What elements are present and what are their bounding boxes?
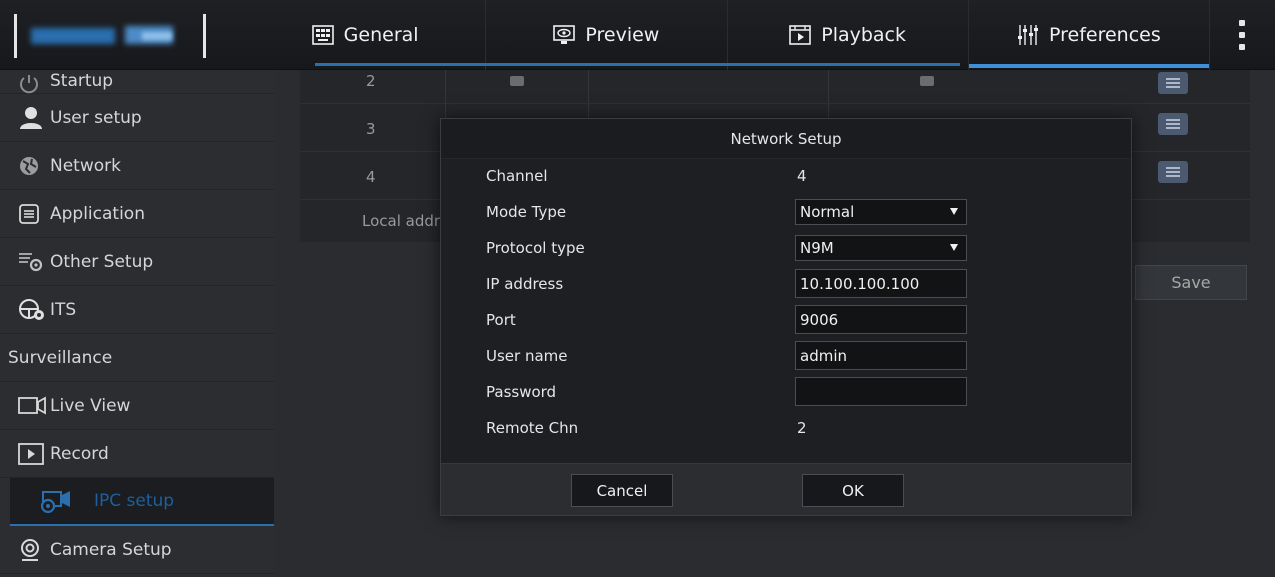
user-name-input[interactable]: admin	[795, 341, 967, 370]
its-icon	[18, 298, 46, 322]
remote-chn-value: 2	[797, 419, 807, 437]
application-icon	[18, 203, 40, 225]
sidebar-item-other-setup[interactable]: Other Setup	[0, 238, 274, 286]
sidebar-item-label: Camera Setup	[50, 539, 172, 560]
port-label: Port	[486, 311, 516, 329]
details-button[interactable]	[1158, 113, 1188, 135]
sidebar: Startup User setup Network Application O…	[0, 70, 274, 577]
remote-chn-row: Remote Chn 2	[441, 411, 1131, 447]
brand-logo	[14, 14, 206, 58]
port-row: Port 9006	[441, 303, 1131, 339]
ip-row: IP address 10.100.100.100	[441, 267, 1131, 303]
sidebar-item-label: Live View	[50, 395, 131, 416]
save-button[interactable]: Save	[1135, 265, 1247, 300]
tab-preview-label: Preview	[585, 24, 660, 46]
user-row: User name admin	[441, 339, 1131, 375]
network-icon	[18, 155, 40, 177]
sidebar-item-live-view[interactable]: Live View	[0, 382, 274, 430]
table-row: 2	[300, 56, 1250, 104]
network-setup-dialog: Network Setup Channel 4 Mode Type Normal…	[440, 118, 1132, 516]
tab-playback-label: Playback	[821, 24, 907, 46]
sidebar-section-surveillance: Surveillance	[0, 334, 274, 382]
channel-number: 3	[366, 120, 376, 138]
channel-value: 4	[797, 167, 807, 185]
protocol-row: Protocol type N9M	[441, 231, 1131, 267]
password-label: Password	[486, 383, 557, 401]
mode-type-label: Mode Type	[486, 203, 567, 221]
ip-address-input[interactable]: 10.100.100.100	[795, 269, 967, 298]
checkbox[interactable]	[920, 76, 934, 86]
sidebar-item-user-setup[interactable]: User setup	[0, 94, 274, 142]
sidebar-item-record[interactable]: Record	[0, 430, 274, 478]
sidebar-item-application[interactable]: Application	[0, 190, 274, 238]
password-input[interactable]	[795, 377, 967, 406]
sidebar-item-label: Application	[50, 203, 145, 224]
protocol-select[interactable]: N9M	[795, 235, 967, 261]
ipc-setup-icon	[40, 489, 76, 513]
startup-icon	[18, 73, 40, 95]
other-setup-icon	[18, 250, 44, 274]
sidebar-item-label: Record	[50, 443, 109, 464]
mode-type-value: Normal	[800, 203, 855, 221]
sidebar-item-label: IPC setup	[94, 491, 175, 511]
cancel-button[interactable]: Cancel	[571, 474, 673, 507]
channel-label: Channel	[486, 167, 548, 185]
protocol-label: Protocol type	[486, 239, 585, 257]
local-address-label: Local addr	[362, 212, 441, 230]
protocol-value: N9M	[800, 239, 834, 257]
sidebar-item-label: User setup	[50, 107, 142, 128]
mode-type-row: Mode Type Normal	[441, 195, 1131, 231]
password-row: Password	[441, 375, 1131, 411]
remote-chn-label: Remote Chn	[486, 419, 579, 437]
user-icon	[18, 106, 44, 130]
sidebar-item-label: Startup	[50, 71, 114, 91]
tab-general-label: General	[343, 24, 419, 46]
dialog-body: Channel 4 Mode Type Normal Protocol type…	[441, 159, 1131, 465]
sidebar-item-camera-setup[interactable]: Camera Setup	[0, 526, 274, 574]
sidebar-item-startup[interactable]: Startup	[0, 70, 274, 94]
sidebar-item-ipc-setup[interactable]: IPC setup	[10, 478, 274, 526]
camera-setup-icon	[18, 538, 42, 562]
sidebar-item-network[interactable]: Network	[0, 142, 274, 190]
sidebar-item-its[interactable]: ITS	[0, 286, 274, 334]
dropdown-arrow-icon	[950, 208, 958, 215]
sidebar-item-label: Network	[50, 155, 121, 176]
tab-preferences-label: Preferences	[1049, 24, 1161, 46]
mode-type-select[interactable]: Normal	[795, 199, 967, 225]
user-label: User name	[486, 347, 568, 365]
channel-number: 4	[366, 168, 376, 186]
record-icon	[18, 442, 44, 465]
more-options-icon[interactable]	[1237, 20, 1247, 50]
preferences-icon	[1017, 24, 1039, 46]
details-button[interactable]	[1158, 161, 1188, 183]
dropdown-arrow-icon	[950, 244, 958, 251]
sidebar-item-label: Other Setup	[50, 251, 154, 272]
sidebar-section-label: Surveillance	[8, 347, 113, 368]
live-view-icon	[18, 395, 46, 416]
dialog-title: Network Setup	[441, 119, 1131, 159]
ip-label: IP address	[486, 275, 564, 293]
checkbox[interactable]	[510, 76, 524, 86]
port-input[interactable]: 9006	[795, 305, 967, 334]
preview-icon	[553, 25, 576, 45]
playback-icon	[789, 25, 812, 45]
ok-button[interactable]: OK	[802, 474, 904, 507]
details-button[interactable]	[1158, 72, 1188, 94]
dialog-footer: Cancel OK	[441, 463, 1131, 515]
channel-number: 2	[366, 72, 376, 90]
sidebar-item-label: ITS	[50, 299, 77, 320]
channel-row: Channel 4	[441, 159, 1131, 195]
general-icon	[311, 25, 334, 45]
